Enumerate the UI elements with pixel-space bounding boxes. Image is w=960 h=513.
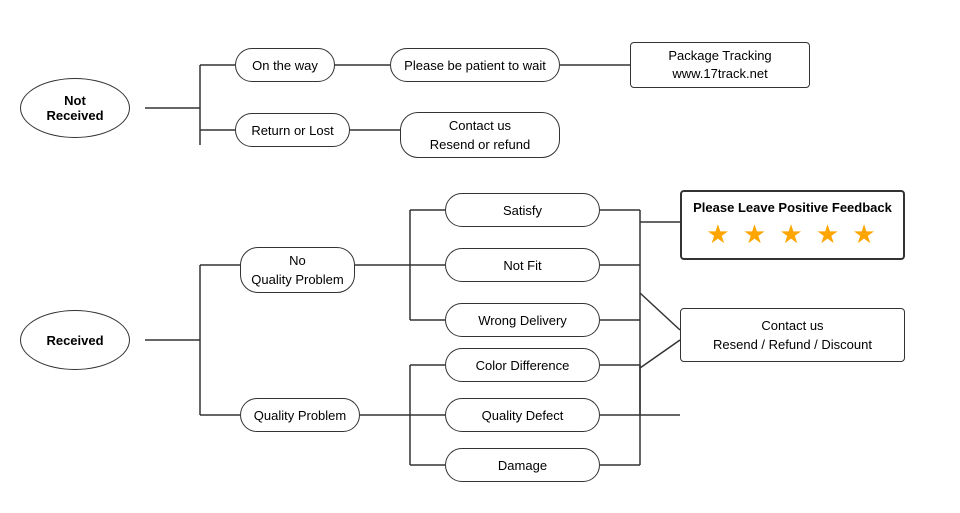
contact-us-resend-node: Contact us Resend or refund: [400, 112, 560, 158]
wrong-delivery-node: Wrong Delivery: [445, 303, 600, 337]
quality-defect-label: Quality Defect: [482, 408, 564, 423]
return-or-lost-node: Return or Lost: [235, 113, 350, 147]
feedback-label: Please Leave Positive Feedback: [692, 200, 893, 215]
contact-us-resend-label: Contact us Resend or refund: [430, 116, 530, 155]
not-received-node: Not Received: [20, 78, 130, 138]
diagram: Not Received On the way Return or Lost P…: [0, 0, 960, 513]
color-difference-label: Color Difference: [476, 358, 570, 373]
contact-us-refund-node: Contact us Resend / Refund / Discount: [680, 308, 905, 362]
package-tracking-label: Package Tracking www.17track.net: [668, 47, 771, 83]
please-be-patient-label: Please be patient to wait: [404, 58, 546, 73]
stars-row: ★ ★ ★ ★ ★: [692, 219, 893, 250]
not-fit-node: Not Fit: [445, 248, 600, 282]
wrong-delivery-label: Wrong Delivery: [478, 313, 567, 328]
quality-defect-node: Quality Defect: [445, 398, 600, 432]
please-be-patient-node: Please be patient to wait: [390, 48, 560, 82]
not-fit-label: Not Fit: [503, 258, 541, 273]
return-or-lost-label: Return or Lost: [251, 123, 333, 138]
color-difference-node: Color Difference: [445, 348, 600, 382]
not-received-label: Not Received: [46, 93, 103, 123]
no-quality-problem-label: No Quality Problem: [251, 251, 343, 290]
no-quality-problem-node: No Quality Problem: [240, 247, 355, 293]
damage-label: Damage: [498, 458, 547, 473]
satisfy-label: Satisfy: [503, 203, 542, 218]
received-label: Received: [46, 333, 103, 348]
satisfy-node: Satisfy: [445, 193, 600, 227]
on-the-way-label: On the way: [252, 58, 318, 73]
contact-us-refund-label: Contact us Resend / Refund / Discount: [713, 316, 872, 355]
received-node: Received: [20, 310, 130, 370]
quality-problem-label: Quality Problem: [254, 408, 346, 423]
damage-node: Damage: [445, 448, 600, 482]
on-the-way-node: On the way: [235, 48, 335, 82]
package-tracking-node: Package Tracking www.17track.net: [630, 42, 810, 88]
feedback-box: Please Leave Positive Feedback ★ ★ ★ ★ ★: [680, 190, 905, 260]
quality-problem-node: Quality Problem: [240, 398, 360, 432]
